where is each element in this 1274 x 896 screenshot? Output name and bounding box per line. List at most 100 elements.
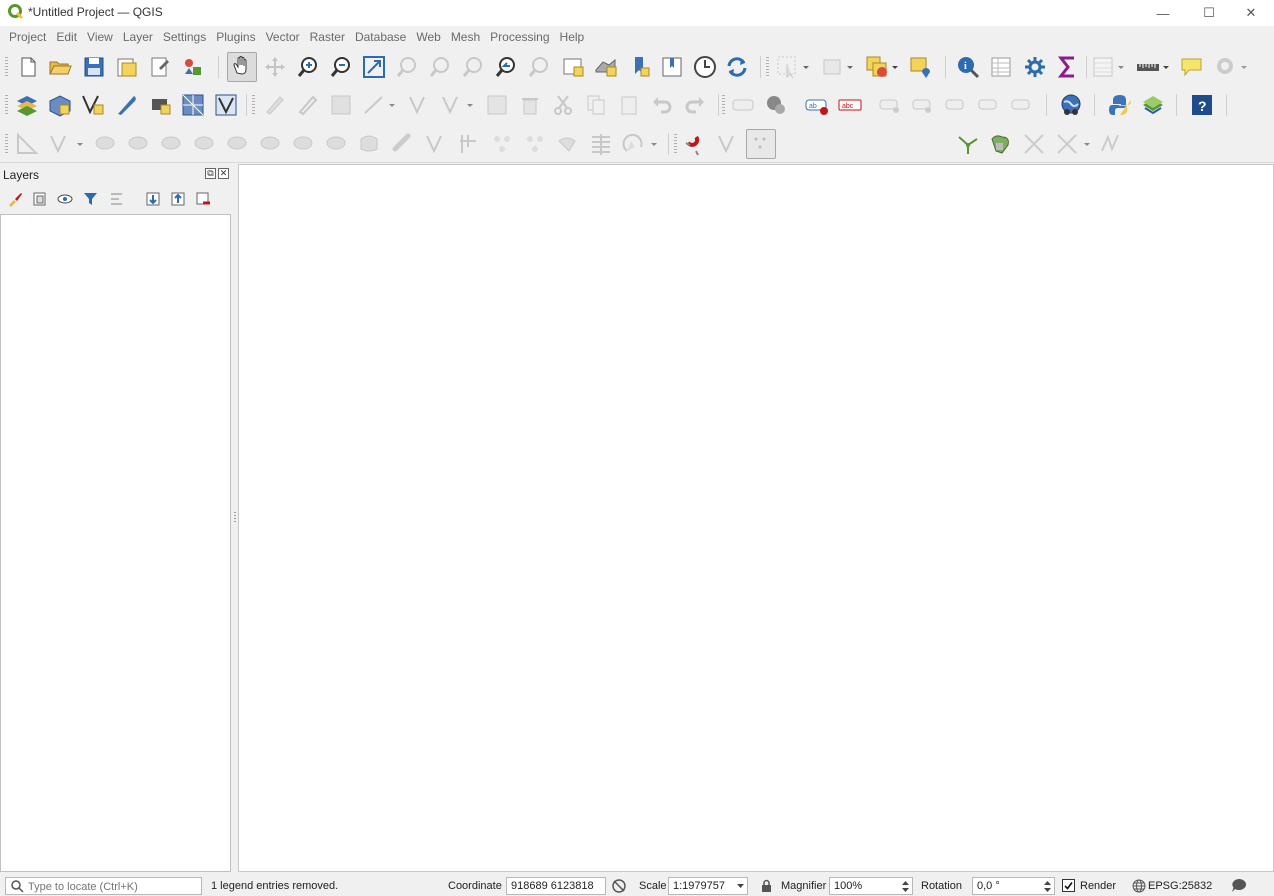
copy-features-icon[interactable] bbox=[583, 92, 609, 118]
zoom-out-icon[interactable] bbox=[328, 54, 354, 80]
scale-combobox[interactable]: 1:1979757 bbox=[668, 877, 748, 895]
locator-bar[interactable] bbox=[5, 877, 202, 895]
data-source-manager-icon[interactable] bbox=[14, 92, 40, 118]
menu-web[interactable]: Web bbox=[411, 26, 445, 47]
deselect-all-icon[interactable] bbox=[864, 54, 890, 80]
new-3d-map-view-icon[interactable] bbox=[593, 54, 619, 80]
quickmapservices-icon[interactable] bbox=[1058, 92, 1084, 118]
rotate-point-symbols-icon[interactable] bbox=[456, 131, 482, 157]
delete-ring-icon[interactable] bbox=[159, 131, 185, 157]
spin-arrows-icon[interactable] bbox=[1043, 880, 1052, 893]
align-features-icon[interactable] bbox=[588, 131, 614, 157]
python-console-icon[interactable] bbox=[1107, 92, 1133, 118]
new-mesh-layer-icon[interactable] bbox=[180, 92, 206, 118]
cad-tools-icon[interactable] bbox=[14, 131, 40, 157]
open-field-calculator-icon[interactable] bbox=[1090, 54, 1116, 80]
delete-selected-icon[interactable] bbox=[517, 92, 543, 118]
menu-processing[interactable]: Processing bbox=[485, 26, 554, 47]
magnifier-spinbox[interactable]: 100% bbox=[829, 877, 913, 895]
multi-edit-icon[interactable] bbox=[439, 92, 465, 118]
layer-diagram-options-icon[interactable] bbox=[763, 92, 789, 118]
new-spatialite-layer-icon[interactable] bbox=[114, 92, 140, 118]
reshape-features-icon[interactable] bbox=[225, 131, 251, 157]
crs-button[interactable]: EPSG:25832 bbox=[1148, 880, 1212, 892]
menu-edit[interactable]: Edit bbox=[51, 26, 82, 47]
toolbar-handle[interactable] bbox=[5, 57, 8, 77]
vertex-tool-icon[interactable] bbox=[406, 92, 432, 118]
menu-view[interactable]: View bbox=[82, 26, 118, 47]
cut-features-icon[interactable] bbox=[550, 92, 576, 118]
menu-settings[interactable]: Settings bbox=[158, 26, 211, 47]
expand-all-icon[interactable] bbox=[144, 190, 162, 208]
menu-project[interactable]: Project bbox=[4, 26, 51, 47]
toggle-editing-icon[interactable] bbox=[295, 92, 321, 118]
toggle-display-unplaced-labels-icon[interactable]: abc bbox=[837, 92, 863, 118]
rotate-label-icon[interactable] bbox=[976, 92, 1002, 118]
undo-icon[interactable] bbox=[649, 92, 675, 118]
reverse-line-icon[interactable] bbox=[291, 131, 317, 157]
redo-icon[interactable] bbox=[682, 92, 708, 118]
new-shapefile-layer-icon[interactable] bbox=[80, 92, 106, 118]
rotate-feature-icon[interactable] bbox=[621, 131, 647, 157]
map-tips-icon[interactable] bbox=[1179, 54, 1205, 80]
chevron-down-icon[interactable] bbox=[1083, 131, 1091, 157]
style-manager-icon[interactable] bbox=[180, 54, 206, 80]
chevron-down-icon[interactable] bbox=[891, 54, 899, 80]
simplify-feature-icon[interactable] bbox=[555, 131, 581, 157]
close-button[interactable]: ✕ bbox=[1228, 0, 1274, 26]
select-by-location-icon[interactable] bbox=[908, 54, 934, 80]
chevron-down-icon[interactable] bbox=[1117, 54, 1125, 80]
enable-snapping-magnet-icon[interactable] bbox=[682, 131, 708, 157]
show-bookmarks-icon[interactable] bbox=[659, 54, 685, 80]
split-parts-icon[interactable] bbox=[357, 131, 383, 157]
lock-scale-icon[interactable] bbox=[760, 879, 773, 893]
processing-toolbox-icon[interactable] bbox=[1022, 54, 1048, 80]
chevron-down-icon[interactable] bbox=[1162, 54, 1170, 80]
select-by-value-icon[interactable] bbox=[819, 54, 845, 80]
render-checkbox[interactable] bbox=[1062, 879, 1075, 892]
offset-point-symbols-icon[interactable] bbox=[489, 131, 515, 157]
statistical-summary-icon[interactable] bbox=[1055, 54, 1081, 80]
zoom-to-selection-icon[interactable] bbox=[394, 54, 420, 80]
chevron-down-icon[interactable] bbox=[388, 92, 396, 118]
chevron-down-icon[interactable] bbox=[1240, 54, 1248, 80]
layer-tree[interactable] bbox=[0, 214, 231, 872]
save-layer-edits-icon[interactable] bbox=[328, 92, 354, 118]
open-project-icon[interactable] bbox=[47, 54, 73, 80]
delete-part-icon[interactable] bbox=[192, 131, 218, 157]
tracing-icon[interactable] bbox=[1098, 131, 1124, 157]
zoom-full-icon[interactable] bbox=[361, 54, 387, 80]
new-project-icon[interactable] bbox=[15, 54, 41, 80]
chevron-down-icon[interactable] bbox=[846, 54, 854, 80]
snapping-on-intersection-icon[interactable] bbox=[1021, 131, 1047, 157]
minimize-button[interactable]: — bbox=[1140, 0, 1186, 26]
toolbar-handle[interactable] bbox=[766, 57, 769, 77]
menu-layer[interactable]: Layer bbox=[118, 26, 158, 47]
save-as-icon[interactable] bbox=[114, 54, 140, 80]
rotation-spinbox[interactable]: 0,0 ° bbox=[972, 877, 1055, 895]
manage-map-themes-eye-icon[interactable] bbox=[57, 190, 75, 208]
new-virtual-layer-icon[interactable] bbox=[147, 92, 173, 118]
select-features-icon[interactable] bbox=[775, 54, 801, 80]
avoid-overlap-icon[interactable] bbox=[988, 131, 1014, 157]
coordinate-field[interactable]: 918689 6123818 bbox=[506, 877, 606, 895]
float-panel-button[interactable]: ⧉ bbox=[205, 168, 216, 179]
topological-editing-icon[interactable] bbox=[955, 131, 981, 157]
pan-map-icon[interactable] bbox=[227, 52, 257, 82]
zoom-next-icon[interactable] bbox=[527, 54, 553, 80]
new-geopackage-layer-icon[interactable] bbox=[47, 92, 73, 118]
zoom-native-icon[interactable] bbox=[460, 54, 486, 80]
maximize-button[interactable]: ☐ bbox=[1186, 0, 1232, 26]
zoom-in-icon[interactable] bbox=[295, 54, 321, 80]
new-temporary-scratch-layer-icon[interactable] bbox=[213, 92, 239, 118]
locator-input[interactable] bbox=[28, 879, 198, 894]
chevron-down-icon[interactable] bbox=[650, 131, 658, 157]
globe-crs-icon[interactable] bbox=[1132, 879, 1146, 893]
offset-curve-icon[interactable] bbox=[258, 131, 284, 157]
merge-attributes-icon[interactable] bbox=[423, 131, 449, 157]
self-snapping-icon[interactable] bbox=[1054, 131, 1080, 157]
new-spatial-bookmark-icon[interactable] bbox=[627, 54, 653, 80]
save-project-icon[interactable] bbox=[81, 54, 107, 80]
modify-attributes-icon[interactable] bbox=[484, 92, 510, 118]
move-label-icon[interactable] bbox=[943, 92, 969, 118]
